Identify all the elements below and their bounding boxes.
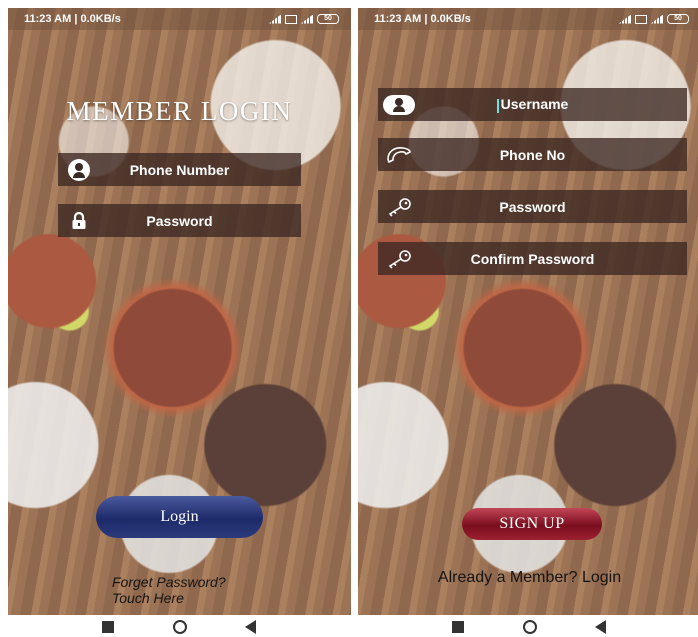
password-field[interactable]: Password — [378, 190, 687, 223]
volte-icon — [635, 14, 647, 24]
sign-up-button[interactable]: SIGN UP — [462, 508, 602, 540]
recents-icon[interactable] — [102, 621, 114, 633]
back-icon[interactable] — [595, 620, 606, 634]
back-icon[interactable] — [245, 620, 256, 634]
battery-icon: 50 — [667, 14, 689, 24]
phone-icon — [378, 145, 420, 165]
user-icon — [378, 94, 420, 115]
key-icon — [378, 197, 420, 217]
status-time: 11:23 AM | 0.0KB/s — [24, 13, 121, 25]
home-icon[interactable] — [172, 620, 187, 634]
phone-no-label: Phone No — [499, 146, 566, 163]
nav-bar-right — [452, 617, 606, 637]
key-icon — [378, 249, 420, 269]
status-bar: 11:23 AM | 0.0KB/s 50 — [8, 8, 351, 30]
phone-number-field[interactable]: Phone Number — [58, 153, 301, 186]
signal-icon-2 — [651, 14, 663, 24]
status-time: 11:23 AM | 0.0KB/s — [374, 13, 471, 25]
forgot-password-line1: Forget Password? — [112, 574, 226, 590]
status-icons: 50 — [619, 14, 689, 24]
phone-number-label: Phone Number — [129, 161, 230, 178]
battery-icon: 50 — [317, 14, 339, 24]
login-button[interactable]: Login — [96, 496, 263, 538]
nav-bar-left — [102, 617, 256, 637]
status-bar: 11:23 AM | 0.0KB/s 50 — [358, 8, 698, 30]
user-icon — [58, 158, 100, 181]
signup-screen: 11:23 AM | 0.0KB/s 50 Username Phone No … — [358, 8, 698, 615]
password-label: Password — [146, 212, 213, 229]
home-icon[interactable] — [522, 620, 537, 634]
username-label: Username — [500, 96, 569, 113]
forgot-password-link[interactable]: Forget Password? Touch Here — [112, 574, 226, 606]
text-cursor — [496, 98, 499, 113]
password-field[interactable]: Password — [58, 204, 301, 237]
login-screen: 11:23 AM | 0.0KB/s 50 MEMBER LOGIN Phone… — [8, 8, 351, 615]
signal-icon — [269, 14, 281, 24]
lock-icon — [58, 211, 100, 230]
password-label: Password — [499, 198, 566, 215]
confirm-password-field[interactable]: Confirm Password — [378, 242, 687, 275]
recents-icon[interactable] — [452, 621, 464, 633]
page-title: MEMBER LOGIN — [66, 96, 293, 126]
forgot-password-line2: Touch Here — [112, 590, 184, 606]
volte-icon — [285, 14, 297, 24]
status-icons: 50 — [269, 14, 339, 24]
username-field[interactable]: Username — [378, 88, 687, 121]
confirm-password-label: Confirm Password — [470, 250, 595, 267]
signal-icon-2 — [301, 14, 313, 24]
phone-no-field[interactable]: Phone No — [378, 138, 687, 171]
signal-icon — [619, 14, 631, 24]
already-member-login-link[interactable]: Already a Member? Login — [358, 569, 698, 587]
